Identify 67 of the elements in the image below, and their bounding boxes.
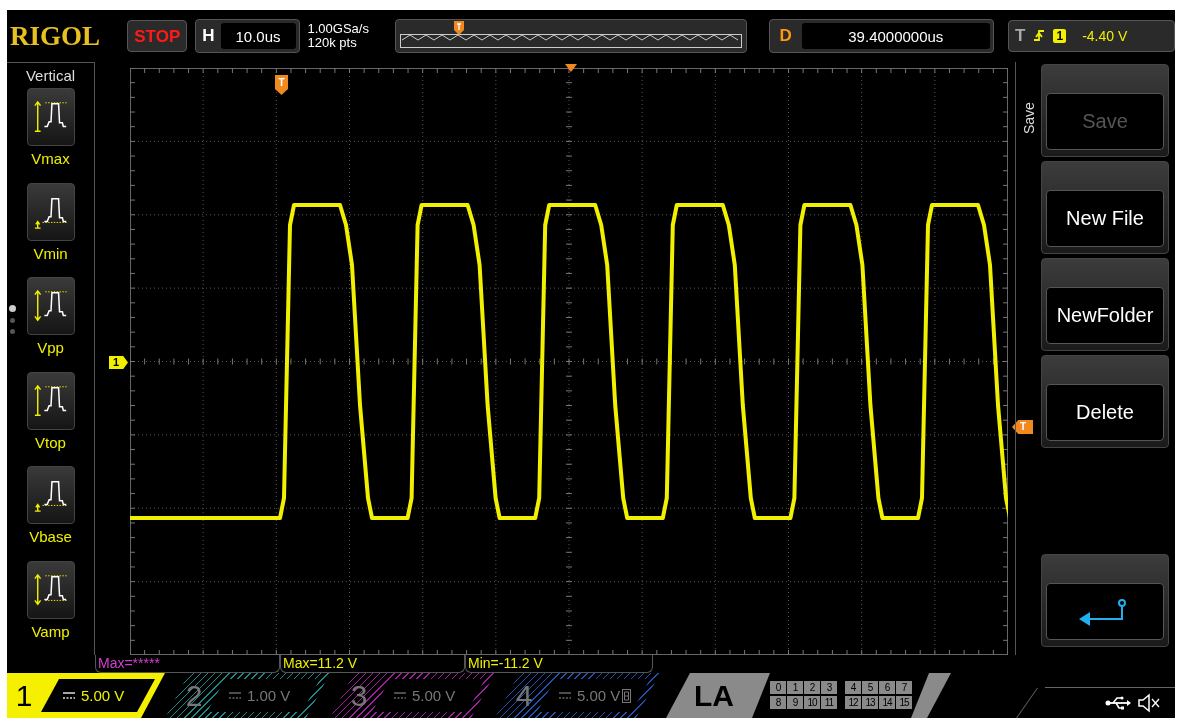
rising-edge-icon — [1033, 28, 1046, 44]
digital-channel-indicator: 12 — [845, 696, 861, 709]
measure-label: Vbase — [29, 528, 72, 545]
digital-channel-indicator: 4 — [845, 681, 861, 694]
measure-button[interactable] — [26, 466, 75, 524]
digital-channel-indicator: 15 — [896, 696, 912, 709]
measure-label: Vmin — [33, 244, 68, 262]
measure-label: Vmax — [31, 150, 70, 167]
dc-coupling-icon — [559, 690, 571, 701]
trigger-level: -4.40 V — [1082, 28, 1128, 44]
digital-channel-indicator: 14 — [879, 696, 895, 709]
delay-value: 39.4000000us — [801, 23, 991, 49]
channel-scale: 1.00 V — [247, 687, 291, 704]
timebase-panel[interactable]: H 10.0us — [195, 19, 300, 53]
logic-analyzer-tab[interactable]: LA 0 1 2 3 4 5 6 7 8 9 10 11 12 13 14 15 — [666, 673, 951, 718]
dc-coupling-icon — [394, 690, 406, 701]
center-marker-icon — [565, 64, 577, 72]
digital-channel-indicator: 1 — [787, 681, 803, 694]
back-button[interactable] — [1041, 554, 1169, 647]
bandwidth-limit-icon — [622, 688, 632, 703]
timebase-value: 10.0us — [220, 23, 296, 49]
channel-tab[interactable]: 1 5.00 V — [7, 673, 165, 718]
digital-channel-indicator: 0 — [770, 681, 786, 694]
trigger-source-badge: 1 — [1053, 29, 1067, 43]
delay-label: D — [778, 26, 793, 46]
channel-scale: 5.00 V — [81, 687, 125, 704]
speaker-muted-icon — [1137, 693, 1161, 713]
digital-channel-indicator: 6 — [879, 681, 895, 694]
channel-number: 1 — [14, 678, 34, 713]
digital-channel-indicator: 10 — [804, 696, 820, 709]
menu-title: Save — [1020, 101, 1037, 134]
digital-channel-indicator: 8 — [770, 696, 786, 709]
digital-channel-indicator: 3 — [821, 681, 837, 694]
softkey-button[interactable]: New File — [1041, 161, 1169, 254]
memory-depth: 120k pts — [307, 36, 358, 50]
measure-label: Vpp — [37, 339, 64, 356]
panel-title: Vertical — [25, 67, 76, 84]
digital-channel-indicator: 13 — [862, 696, 878, 709]
sample-rate: 1.00GSa/s — [307, 22, 370, 36]
trigger-panel[interactable]: T 1 -4.40 V — [1008, 20, 1175, 52]
measure-label: Vamp — [31, 622, 70, 640]
softkey-button[interactable]: Delete — [1041, 355, 1169, 448]
digital-channel-indicator: 5 — [862, 681, 878, 694]
brand-logo: RIGOL — [10, 20, 102, 52]
digital-channel-indicator: 2 — [804, 681, 820, 694]
measure-button[interactable] — [26, 182, 75, 241]
channel-scale: 5.00 V — [412, 687, 456, 704]
timebase-label: H — [201, 26, 216, 46]
usb-icon — [1105, 696, 1131, 710]
softkey-button[interactable]: NewFolder — [1041, 258, 1169, 351]
trigger-label: T — [1015, 26, 1026, 46]
digital-channel-indicator: 11 — [821, 696, 837, 709]
measure-button[interactable] — [26, 371, 75, 430]
measure-button[interactable] — [26, 88, 75, 146]
channel-offset-marker[interactable]: 1 — [109, 356, 128, 369]
channel-scale: 5.00 V — [577, 687, 621, 704]
digital-channel-indicator: 7 — [896, 681, 912, 694]
logic-analyzer-label: LA — [694, 678, 735, 713]
trigger-position-icon — [454, 21, 464, 35]
run-stop-button[interactable]: STOP — [127, 20, 188, 52]
measure-button[interactable] — [26, 560, 75, 619]
dc-coupling-icon — [229, 690, 241, 701]
delay-panel[interactable]: D 39.4000000us — [768, 19, 995, 53]
digital-channel-indicator: 9 — [787, 696, 803, 709]
measure-label: Vtop — [35, 433, 66, 451]
measure-button[interactable] — [26, 277, 75, 335]
dc-coupling-icon — [63, 690, 75, 701]
